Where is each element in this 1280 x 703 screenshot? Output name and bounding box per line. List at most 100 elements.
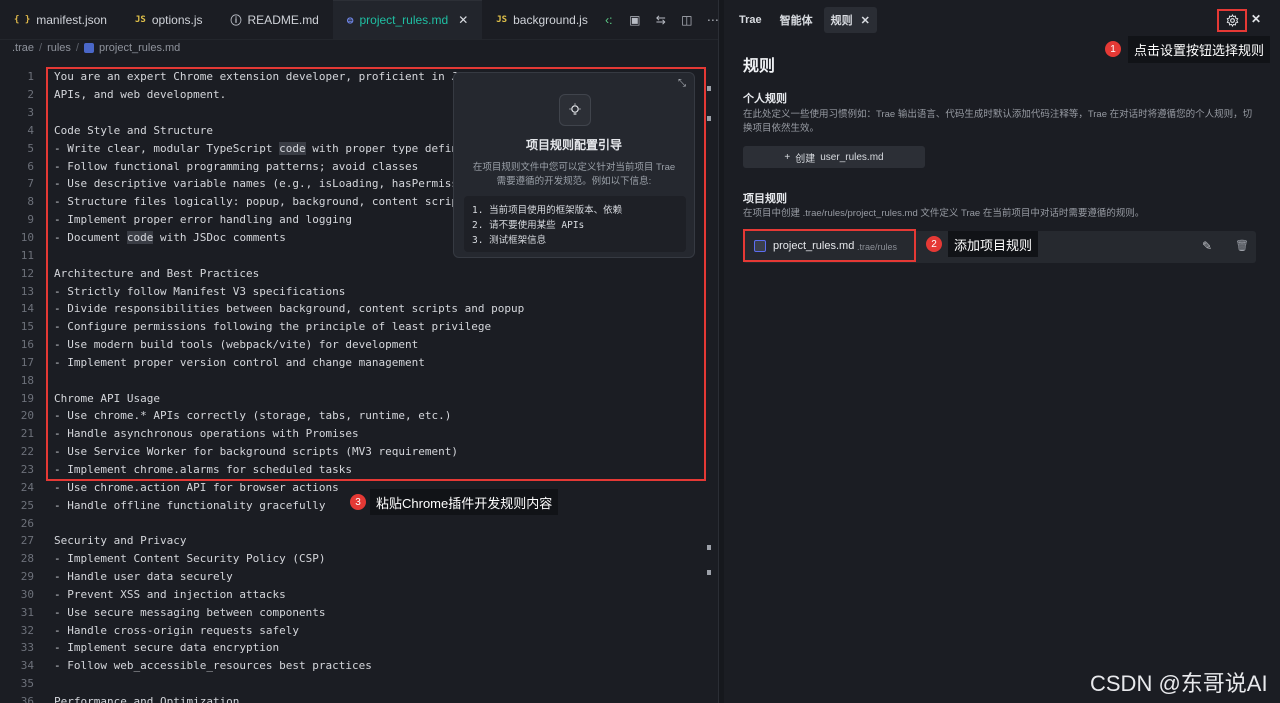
tab-background-js[interactable]: JS background.js bbox=[482, 0, 602, 39]
step-badge-2: 2 bbox=[926, 236, 942, 252]
line-number: 34 bbox=[20, 659, 34, 673]
callout-add-rule: 添加项目规则 bbox=[948, 231, 1039, 257]
breadcrumb-item[interactable]: rules bbox=[47, 42, 71, 54]
line-number: 23 bbox=[20, 462, 34, 476]
tab-label: project_rules.md bbox=[359, 13, 449, 27]
watermark: CSDN @东哥说AI bbox=[1090, 671, 1268, 696]
tab-project-rules-md[interactable]: ⊜ project_rules.md ✕ bbox=[332, 0, 483, 39]
line-number: 14 bbox=[20, 302, 34, 316]
json-file-icon: { } bbox=[14, 14, 31, 25]
line-number: 18 bbox=[20, 373, 34, 387]
panel-title: 规则 bbox=[743, 58, 776, 75]
personal-rules-title: 个人规则 bbox=[743, 93, 787, 105]
code-line[interactable]: 24 - Use chrome.action API for browser ac… bbox=[0, 478, 705, 496]
line-number: 15 bbox=[20, 320, 34, 334]
compare-icon[interactable]: ⇆ bbox=[654, 13, 668, 27]
line-number: 7 bbox=[27, 177, 34, 191]
close-icon[interactable]: ✕ bbox=[861, 14, 870, 27]
guide-list-item: 2. 请不要使用某些 APIs bbox=[472, 220, 585, 231]
markdown-file-icon: ⊜ bbox=[346, 13, 354, 27]
create-label: 创建 bbox=[795, 153, 816, 165]
line-text: - Handle user data securely bbox=[54, 570, 233, 584]
settings-button[interactable] bbox=[1217, 9, 1247, 32]
line-number: 19 bbox=[20, 391, 34, 405]
code-line[interactable]: 32 - Handle cross-origin requests safely bbox=[0, 621, 705, 639]
rules-panel: Trae 智能体 规则 ✕ ✕ 规则 个人规则 在此处定义一些使用习惯例如：Tra… bbox=[724, 0, 1280, 703]
code-toggle-icon[interactable]: ‹: bbox=[602, 13, 616, 27]
more-icon[interactable]: ⋯ bbox=[706, 13, 720, 27]
split-editor-icon[interactable]: ◫ bbox=[680, 13, 694, 27]
line-number: 16 bbox=[20, 338, 34, 352]
line-number: 22 bbox=[20, 445, 34, 459]
line-number: 17 bbox=[20, 355, 34, 369]
project-rules-desc: 在项目中创建 .trae/rules/project_rules.md 文件定义… bbox=[743, 208, 1145, 219]
line-number: 29 bbox=[20, 570, 34, 584]
rules-guide-card: ⤡ 项目规则配置引导 在项目规则文件中您可以定义针对当前项目 Trae 需要遵循… bbox=[453, 72, 695, 258]
line-number: 1 bbox=[27, 70, 34, 84]
callout-paste-rules: 粘贴Chrome插件开发规则内容 bbox=[370, 489, 559, 515]
tab-readme-md[interactable]: ⓘ README.md bbox=[217, 0, 333, 39]
line-text: Performance and Optimization bbox=[54, 694, 240, 703]
code-line[interactable]: 31 - Use secure messaging between compone… bbox=[0, 603, 705, 621]
line-number: 33 bbox=[20, 641, 34, 655]
code-line[interactable]: 34 - Follow web_accessible_resources best… bbox=[0, 657, 705, 675]
breadcrumb: .trae / rules / project_rules.md bbox=[0, 40, 180, 56]
line-number: 13 bbox=[20, 284, 34, 298]
code-line[interactable]: 28 - Implement Content Security Policy (C… bbox=[0, 550, 705, 568]
tab-label: 规则 bbox=[830, 15, 853, 27]
tab-label: options.js bbox=[151, 12, 203, 27]
code-line[interactable]: 33 - Implement secure data encryption bbox=[0, 639, 705, 657]
personal-rules-desc: 在此处定义一些使用习惯例如：Trae 输出语言、代码生成时默认添加代码注释等，T… bbox=[743, 109, 1253, 134]
line-text: Security and Privacy bbox=[54, 534, 187, 548]
line-text: - Use chrome.action API for browser acti… bbox=[54, 480, 339, 494]
editor-actions: ‹: ▣ ⇆ ◫ ⋯ bbox=[602, 0, 734, 39]
line-number: 10 bbox=[20, 231, 34, 245]
tab-options-js[interactable]: JS options.js bbox=[121, 0, 217, 39]
create-file-label: user_rules.md bbox=[820, 151, 884, 163]
line-number: 11 bbox=[20, 248, 34, 262]
code-line[interactable]: 35 bbox=[0, 675, 705, 693]
code-line[interactable]: 26 bbox=[0, 514, 705, 532]
lightbulb-icon bbox=[559, 94, 591, 126]
tab-agent[interactable]: 智能体 bbox=[773, 7, 820, 33]
line-number: 24 bbox=[20, 480, 34, 494]
tab-label: background.js bbox=[513, 12, 588, 27]
line-number: 12 bbox=[20, 266, 34, 280]
line-number: 36 bbox=[20, 694, 34, 703]
line-number: 8 bbox=[27, 195, 34, 209]
tab-label: Trae bbox=[739, 14, 762, 26]
plus-icon: + bbox=[784, 151, 791, 163]
guide-list-item: 1. 当前项目使用的框架版本、依赖 bbox=[472, 205, 623, 216]
gear-icon bbox=[1226, 14, 1238, 27]
code-line[interactable]: 36 Performance and Optimization bbox=[0, 693, 705, 703]
step-badge-3: 3 bbox=[350, 494, 366, 510]
close-panel-icon[interactable]: ✕ bbox=[1251, 12, 1261, 26]
tab-trae[interactable]: Trae bbox=[732, 9, 769, 31]
preview-icon[interactable]: ▣ bbox=[628, 13, 642, 27]
tab-manifest-json[interactable]: { } manifest.json bbox=[0, 0, 121, 39]
trash-icon[interactable]: 🗑 bbox=[1235, 239, 1249, 252]
collapse-icon[interactable]: ⤡ bbox=[678, 78, 686, 89]
project-rule-highlight bbox=[743, 229, 916, 262]
guide-description: 在项目规则文件中您可以定义针对当前项目 Trae 需要遵循的开发规范。例如以下信… bbox=[472, 162, 676, 187]
line-text: - Implement secure data encryption bbox=[54, 641, 280, 655]
code-line[interactable]: 29 - Handle user data securely bbox=[0, 568, 705, 586]
tab-rules[interactable]: 规则 ✕ bbox=[823, 7, 877, 33]
line-number: 4 bbox=[27, 123, 34, 137]
line-text: - Use secure messaging between component… bbox=[54, 605, 326, 619]
close-icon[interactable]: ✕ bbox=[458, 13, 468, 27]
line-number: 28 bbox=[20, 552, 34, 566]
line-number: 20 bbox=[20, 409, 34, 423]
code-line[interactable]: 27 Security and Privacy bbox=[0, 532, 705, 550]
js-file-icon: JS bbox=[496, 14, 508, 25]
tab-label: README.md bbox=[247, 12, 319, 27]
breadcrumb-item[interactable]: .trae bbox=[12, 42, 34, 54]
breadcrumb-item[interactable]: project_rules.md bbox=[99, 42, 180, 54]
code-line[interactable]: 30 - Prevent XSS and injection attacks bbox=[0, 585, 705, 603]
create-user-rules-button[interactable]: + 创建 user_rules.md bbox=[743, 146, 925, 168]
editor-tabbar: { } manifest.json JS options.js ⓘ README… bbox=[0, 0, 719, 40]
callout-settings: 点击设置按钮选择规则 bbox=[1128, 36, 1271, 63]
guide-list: 1. 当前项目使用的框架版本、依赖 2. 请不要使用某些 APIs 3. 测试框… bbox=[464, 196, 686, 252]
step-badge-1: 1 bbox=[1105, 41, 1121, 57]
edit-icon[interactable]: ✎ bbox=[1202, 239, 1212, 253]
